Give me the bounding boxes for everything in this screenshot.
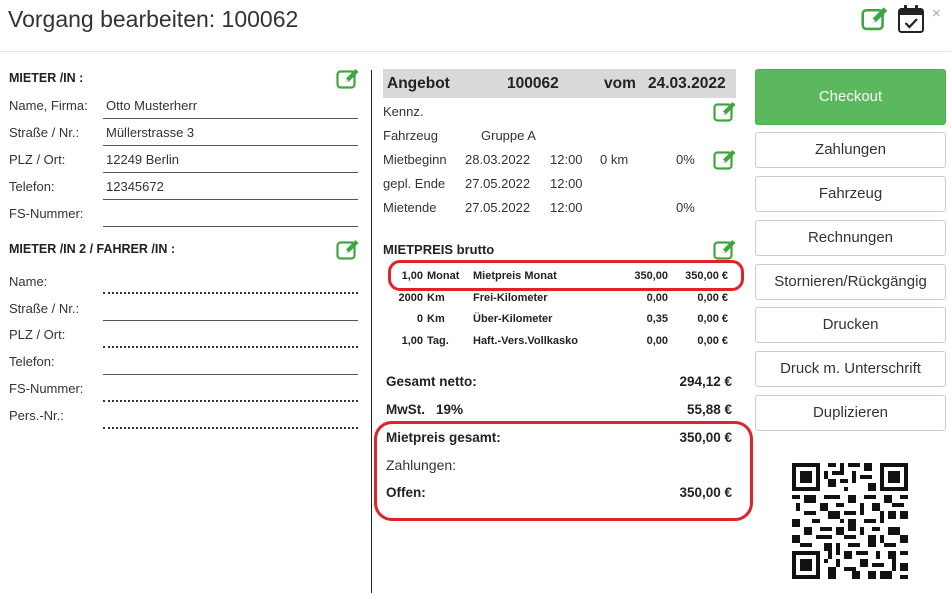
kennz-label: Kennz. (383, 104, 424, 119)
edit-period-icon[interactable] (713, 149, 737, 171)
tenant1-value-city[interactable]: 12249 Berlin (103, 152, 179, 167)
price-row-price: 0,35 (646, 313, 668, 325)
tenant1-label-license: FS-Nummer: (9, 206, 84, 221)
vat-label: MwSt. (386, 402, 425, 417)
offer-date-prefix: vom (604, 75, 636, 92)
tenant1-value-phone[interactable]: 12345672 (103, 179, 164, 194)
start-km: 0 km (600, 152, 629, 167)
tenant2-underline (103, 374, 358, 375)
tenant1-value-name[interactable]: Otto Musterherr (103, 98, 197, 113)
tenant2-label-street: Straße / Nr.: (9, 301, 80, 316)
edit-vehicle-icon[interactable] (713, 101, 737, 123)
end-label: Mietende (383, 200, 437, 215)
print-button[interactable]: Drucken (755, 307, 946, 343)
tenant2-underline (103, 320, 358, 321)
start-pct: 0% (676, 152, 695, 167)
close-icon[interactable]: × (932, 6, 941, 22)
price-row-desc: Über-Kilometer (473, 313, 553, 325)
tenant1-label-name: Name, Firma: (9, 98, 88, 113)
tenant1-underline (103, 118, 358, 119)
tenant2-dotted-line (103, 346, 358, 348)
offer-date: 24.03.2022 (648, 75, 726, 92)
price-row-qty: 2000 (398, 292, 423, 304)
tenant1-value-street[interactable]: Müllerstrasse 3 (103, 125, 194, 140)
price-row-desc: Haft.-Vers.Vollkasko (473, 335, 578, 347)
tenant2-label-phone: Telefon: (9, 354, 55, 369)
vehicle-button[interactable]: Fahrzeug (755, 176, 946, 212)
edit-icon[interactable] (861, 6, 889, 32)
tenant2-title: MIETER /IN 2 / FAHRER /IN : (9, 242, 175, 256)
edit-tenant1-icon[interactable] (336, 68, 360, 90)
invoices-button[interactable]: Rechnungen (755, 220, 946, 256)
tenant2-dotted-line (103, 400, 358, 402)
edit-pricing-icon[interactable] (713, 239, 737, 261)
tenant2-dotted-line (103, 292, 358, 294)
price-row-total: 0,00 € (697, 313, 728, 325)
edit-tenant2-icon[interactable] (336, 239, 360, 261)
price-row-unit: Km (427, 292, 445, 304)
column-divider (371, 70, 372, 593)
start-date: 28.03.2022 (465, 152, 531, 167)
net-total-label: Gesamt netto: (386, 374, 477, 389)
price-row-qty: 1,00 (401, 335, 423, 347)
header-divider (0, 51, 951, 52)
tenant2-label-city: PLZ / Ort: (9, 327, 66, 342)
calendar-check-icon[interactable] (897, 4, 925, 34)
price-row-desc: Frei-Kilometer (473, 292, 548, 304)
vat-value: 55,88 € (686, 402, 732, 417)
tenant1-label-street: Straße / Nr.: (9, 125, 80, 140)
planned-end-label: gepl. Ende (383, 176, 446, 191)
payments-button[interactable]: Zahlungen (755, 132, 946, 168)
pricing-title: MIETPREIS brutto (383, 242, 495, 257)
price-row-total: 0,00 € (697, 335, 728, 347)
vat-rate: 19% (436, 402, 464, 417)
end-pct: 0% (676, 200, 695, 215)
tenant1-underline (103, 199, 358, 200)
page-title: Vorgang bearbeiten: 100062 (8, 6, 299, 32)
vehicle-label: Fahrzeug (383, 128, 438, 143)
tenant1-underline (103, 145, 358, 146)
cancel-undo-button[interactable]: Stornieren/Rückgängig (755, 264, 946, 300)
tenant2-label-persnr: Pers.-Nr.: (9, 408, 64, 423)
tenant2-label-name: Name: (9, 274, 48, 289)
tenant1-title: MIETER /IN : (9, 71, 84, 85)
checkout-button[interactable]: Checkout (755, 69, 946, 125)
vehicle-group: Gruppe A (481, 128, 536, 143)
start-label: Mietbeginn (383, 152, 447, 167)
tenant2-label-license: FS-Nummer: (9, 381, 84, 396)
tenant2-dotted-line (103, 427, 358, 429)
net-total-value: 294,12 € (679, 374, 732, 389)
end-date: 27.05.2022 (465, 200, 531, 215)
start-time: 12:00 (550, 152, 583, 167)
price-row-highlight (388, 260, 744, 291)
duplicate-button[interactable]: Duplizieren (755, 395, 946, 431)
price-row-unit: Tag. (427, 335, 449, 347)
offer-number: 100062 (507, 75, 559, 92)
tenant1-label-phone: Telefon: (9, 179, 55, 194)
tenant1-label-city: PLZ / Ort: (9, 152, 66, 167)
price-row-unit: Km (427, 313, 445, 325)
totals-highlight (374, 421, 753, 521)
price-row-price: 0,00 (646, 335, 668, 347)
qr-code-icon (792, 463, 908, 579)
tenant1-underline (103, 226, 358, 227)
price-row-price: 0,00 (646, 292, 668, 304)
planned-end-date: 27.05.2022 (465, 176, 531, 191)
end-time: 12:00 (550, 200, 583, 215)
offer-header: Angebot 100062 vom 24.03.2022 (383, 69, 736, 98)
price-row-qty: 0 (416, 313, 423, 325)
price-row-total: 0,00 € (697, 292, 728, 304)
tenant1-underline (103, 172, 358, 173)
print-with-signature-button[interactable]: Druck m. Unterschrift (755, 351, 946, 387)
offer-type: Angebot (387, 75, 450, 92)
planned-end-time: 12:00 (550, 176, 583, 191)
